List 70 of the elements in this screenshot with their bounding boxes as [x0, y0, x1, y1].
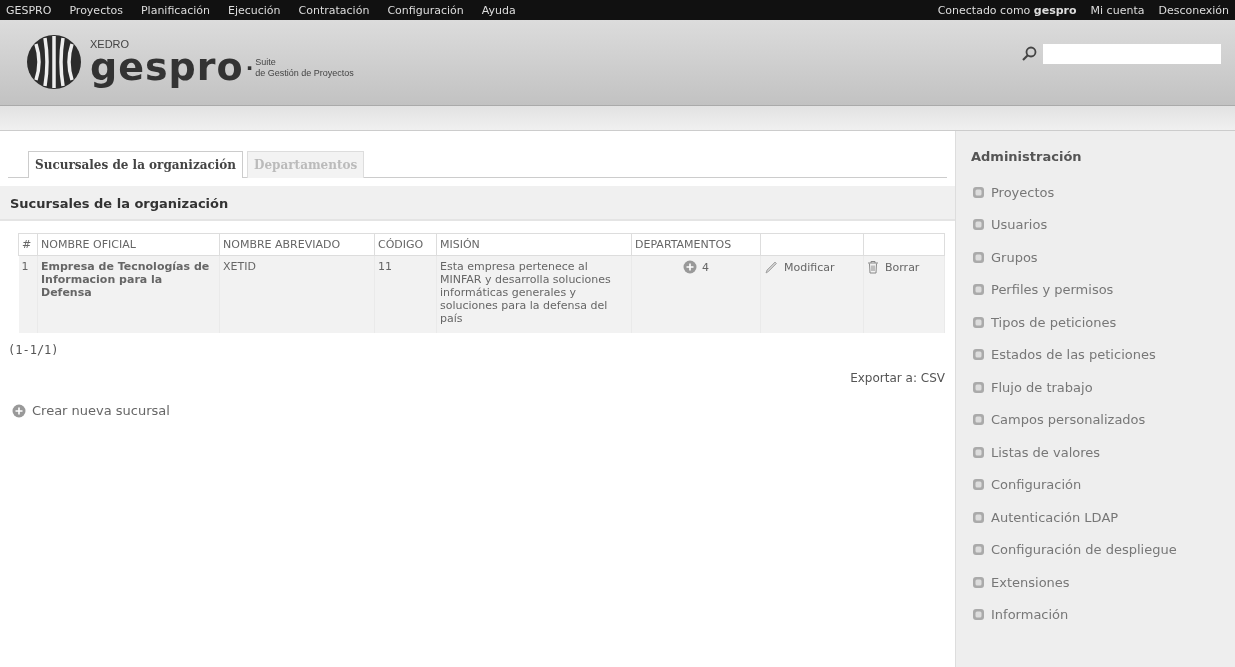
- brand-link[interactable]: GESPRO: [6, 3, 52, 17]
- search-icon: [1021, 46, 1037, 62]
- logo-subtitle: de Gestión de Proyectos: [255, 67, 354, 79]
- list-item-icon: [971, 184, 986, 200]
- list-item-icon: [971, 314, 986, 330]
- list-item-icon: [971, 477, 986, 493]
- column-header: DEPARTAMENTOS: [631, 233, 761, 256]
- list-item-icon: [971, 217, 986, 233]
- column-header: MISIÓN: [436, 233, 632, 256]
- trash-icon: [867, 260, 879, 274]
- sidebar-item[interactable]: Información: [971, 598, 1235, 631]
- list-item-icon: [971, 607, 986, 623]
- sidebar-item[interactable]: Autenticación LDAP: [971, 501, 1235, 534]
- list-item-icon: [971, 249, 986, 265]
- sidebar-item[interactable]: Campos personalizados: [971, 403, 1235, 436]
- sidebar-item[interactable]: Configuración de despliegue: [971, 533, 1235, 566]
- plus-circle-icon: [12, 403, 26, 418]
- table-cell: 1: [18, 255, 38, 333]
- top-menu-item[interactable]: Ayuda: [481, 3, 516, 17]
- pagination-text: (1-1/1): [8, 343, 60, 357]
- sidebar-item[interactable]: Tipos de peticiones: [971, 306, 1235, 339]
- section-title: Sucursales de la organización: [0, 186, 955, 221]
- column-header: NOMBRE ABREVIADO: [219, 233, 375, 256]
- edit-link[interactable]: Modificar: [764, 260, 835, 274]
- search-field[interactable]: [1043, 44, 1221, 64]
- top-menu-item[interactable]: Proyectos: [69, 3, 123, 17]
- top-menu-item[interactable]: Contratación: [298, 3, 370, 17]
- list-item-icon: [971, 444, 986, 460]
- list-item-icon: [971, 542, 986, 558]
- column-header: NOMBRE OFICIAL: [37, 233, 220, 256]
- table-cell: Empresa de Tecnologías de Informacion para la Defensa: [37, 255, 220, 333]
- sidebar-item[interactable]: Flujo de trabajo: [971, 371, 1235, 404]
- plus-circle-icon: [683, 260, 697, 274]
- column-header: CÓDIGO: [374, 233, 437, 256]
- departments-link[interactable]: 4: [683, 260, 709, 274]
- list-item-icon: [971, 412, 986, 428]
- logout-link[interactable]: Desconexión: [1158, 3, 1229, 17]
- export-link[interactable]: Exportar a: CSV: [850, 371, 945, 385]
- sidebar-item[interactable]: Usuarios: [971, 208, 1235, 241]
- list-item-icon: [971, 509, 986, 525]
- top-menu-item[interactable]: Configuración: [387, 3, 464, 17]
- table-cell: 11: [374, 255, 437, 333]
- table-cell: XETID: [219, 255, 375, 333]
- sidebar-item[interactable]: Perfiles y permisos: [971, 273, 1235, 306]
- sidebar-item[interactable]: Extensiones: [971, 566, 1235, 599]
- create-link[interactable]: Crear nueva sucursal: [12, 403, 170, 418]
- tab[interactable]: Sucursales de la organización: [28, 151, 244, 178]
- top-menu-item[interactable]: Planificación: [140, 3, 210, 17]
- list-item-icon: [971, 574, 986, 590]
- list-item-icon: [971, 379, 986, 395]
- list-item-icon: [971, 282, 986, 298]
- sidebar-item[interactable]: Configuración: [971, 468, 1235, 501]
- delete-link[interactable]: Borrar: [867, 260, 920, 274]
- sidebar-item[interactable]: Listas de valores: [971, 436, 1235, 469]
- column-header: #: [18, 233, 38, 256]
- logo-suite-text: Suite: [255, 56, 277, 68]
- logo-dot: ·: [245, 55, 254, 80]
- departments-count: 4: [702, 260, 709, 274]
- account-link[interactable]: Mi cuenta: [1090, 3, 1145, 17]
- list-item-icon: [971, 347, 986, 363]
- pencil-icon: [764, 260, 778, 274]
- logo-brand-small: XEDRO: [90, 39, 131, 51]
- striped-circle-logo-icon: [26, 34, 82, 90]
- table-cell: Esta empresa pertenece al MINFAR y desarrolla soluciones informáticas generales y soluciones para la defensa del país: [436, 255, 632, 333]
- sidebar-item[interactable]: Proyectos: [971, 176, 1235, 209]
- top-menu-item[interactable]: Ejecución: [227, 3, 281, 17]
- sidebar-title: Administración: [971, 149, 1083, 164]
- sidebar-item[interactable]: Grupos: [971, 241, 1235, 274]
- sidebar-item[interactable]: Estados de las peticiones: [971, 338, 1235, 371]
- logged-in-text: Conectado como gespro: [937, 3, 1077, 17]
